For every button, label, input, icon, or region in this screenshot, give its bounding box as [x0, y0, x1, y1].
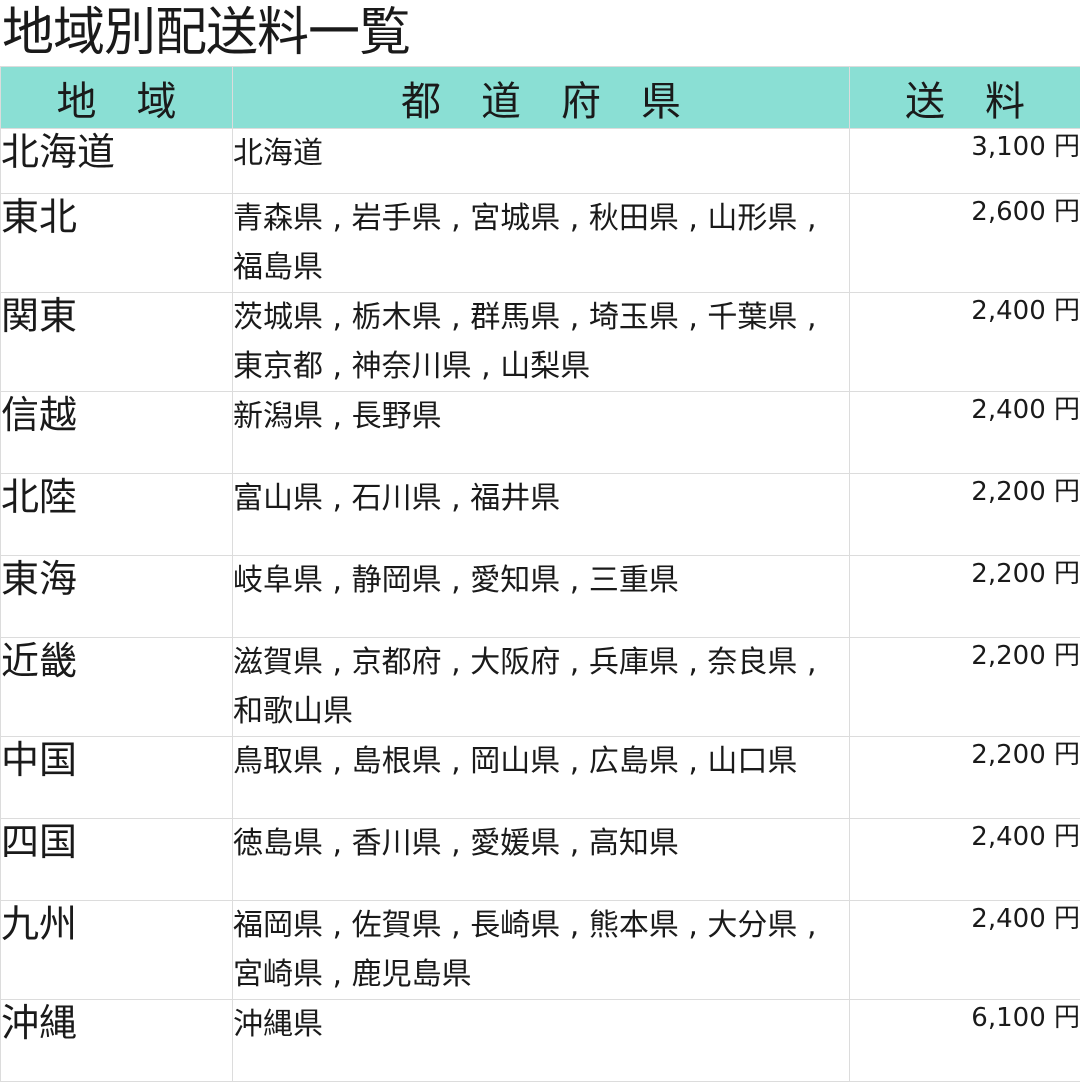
table-row: 沖縄 沖縄県 6,100 円 [1, 1000, 1080, 1082]
fee-cell: 2,200 円 [850, 737, 1080, 819]
prefectures-cell: 北海道 [233, 129, 850, 194]
region-cell: 中国 [1, 737, 233, 819]
fee-cell: 2,400 円 [850, 819, 1080, 901]
table-row: 東北 青森県 , 岩手県 , 宮城県 , 秋田県 , 山形県 , 福島県 2,6… [1, 194, 1080, 293]
shipping-fee-table: 地 域 都 道 府 県 送 料 北海道 北海道 3,100 円 東北 青森県 ,… [0, 66, 1080, 1082]
region-column-header: 地 域 [1, 67, 233, 129]
fee-cell: 2,400 円 [850, 392, 1080, 474]
table-row: 東海 岐阜県 , 静岡県 , 愛知県 , 三重県 2,200 円 [1, 556, 1080, 638]
region-cell: 東海 [1, 556, 233, 638]
region-cell: 四国 [1, 819, 233, 901]
prefectures-cell: 徳島県 , 香川県 , 愛媛県 , 高知県 [233, 819, 850, 901]
fee-cell: 2,200 円 [850, 638, 1080, 737]
region-cell: 北陸 [1, 474, 233, 556]
table-row: 北陸 富山県 , 石川県 , 福井県 2,200 円 [1, 474, 1080, 556]
prefectures-column-header: 都 道 府 県 [233, 67, 850, 129]
fee-cell: 6,100 円 [850, 1000, 1080, 1082]
prefectures-cell: 岐阜県 , 静岡県 , 愛知県 , 三重県 [233, 556, 850, 638]
prefectures-cell: 滋賀県 , 京都府 , 大阪府 , 兵庫県 , 奈良県 , 和歌山県 [233, 638, 850, 737]
fee-cell: 2,200 円 [850, 474, 1080, 556]
fee-cell: 2,600 円 [850, 194, 1080, 293]
table-row: 北海道 北海道 3,100 円 [1, 129, 1080, 194]
region-cell: 九州 [1, 901, 233, 1000]
table-row: 中国 鳥取県 , 島根県 , 岡山県 , 広島県 , 山口県 2,200 円 [1, 737, 1080, 819]
prefectures-cell: 沖縄県 [233, 1000, 850, 1082]
prefectures-cell: 福岡県 , 佐賀県 , 長崎県 , 熊本県 , 大分県 , 宮崎県 , 鹿児島県 [233, 901, 850, 1000]
region-cell: 近畿 [1, 638, 233, 737]
fee-cell: 2,400 円 [850, 901, 1080, 1000]
prefectures-cell: 青森県 , 岩手県 , 宮城県 , 秋田県 , 山形県 , 福島県 [233, 194, 850, 293]
region-cell: 関東 [1, 293, 233, 392]
region-cell: 東北 [1, 194, 233, 293]
prefectures-cell: 鳥取県 , 島根県 , 岡山県 , 広島県 , 山口県 [233, 737, 850, 819]
table-header-row: 地 域 都 道 府 県 送 料 [1, 67, 1080, 129]
prefectures-cell: 茨城県 , 栃木県 , 群馬県 , 埼玉県 , 千葉県 , 東京都 , 神奈川県… [233, 293, 850, 392]
fee-column-header: 送 料 [850, 67, 1080, 129]
region-cell: 信越 [1, 392, 233, 474]
page-title: 地域別配送料一覧 [2, 0, 410, 66]
table-row: 信越 新潟県 , 長野県 2,400 円 [1, 392, 1080, 474]
prefectures-cell: 新潟県 , 長野県 [233, 392, 850, 474]
prefectures-cell: 富山県 , 石川県 , 福井県 [233, 474, 850, 556]
table-row: 近畿 滋賀県 , 京都府 , 大阪府 , 兵庫県 , 奈良県 , 和歌山県 2,… [1, 638, 1080, 737]
fee-cell: 3,100 円 [850, 129, 1080, 194]
region-cell: 北海道 [1, 129, 233, 194]
table-row: 九州 福岡県 , 佐賀県 , 長崎県 , 熊本県 , 大分県 , 宮崎県 , 鹿… [1, 901, 1080, 1000]
region-cell: 沖縄 [1, 1000, 233, 1082]
table-row: 関東 茨城県 , 栃木県 , 群馬県 , 埼玉県 , 千葉県 , 東京都 , 神… [1, 293, 1080, 392]
fee-cell: 2,200 円 [850, 556, 1080, 638]
table-row: 四国 徳島県 , 香川県 , 愛媛県 , 高知県 2,400 円 [1, 819, 1080, 901]
fee-cell: 2,400 円 [850, 293, 1080, 392]
